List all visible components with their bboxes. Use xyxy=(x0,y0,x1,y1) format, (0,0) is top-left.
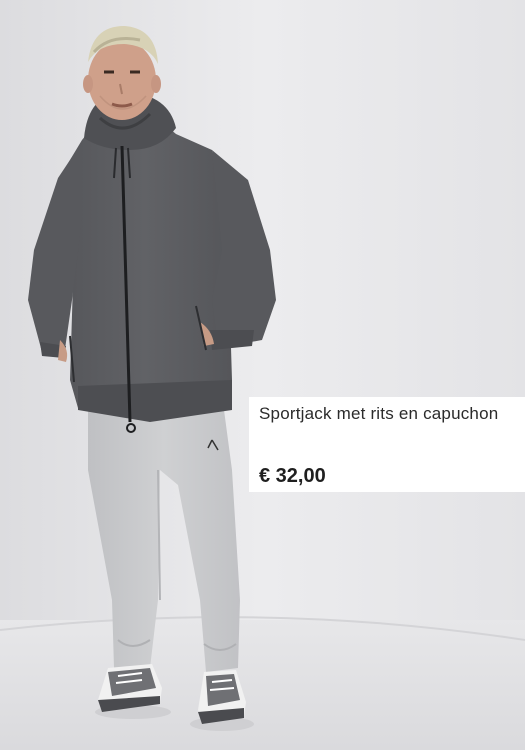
model-photo-illustration xyxy=(0,0,525,750)
product-info-card[interactable]: Sportjack met rits en capuchon € 32,00 xyxy=(249,397,525,492)
product-price: € 32,00 xyxy=(259,465,326,487)
product-image[interactable] xyxy=(0,0,525,750)
product-name[interactable]: Sportjack met rits en capuchon xyxy=(259,404,498,424)
